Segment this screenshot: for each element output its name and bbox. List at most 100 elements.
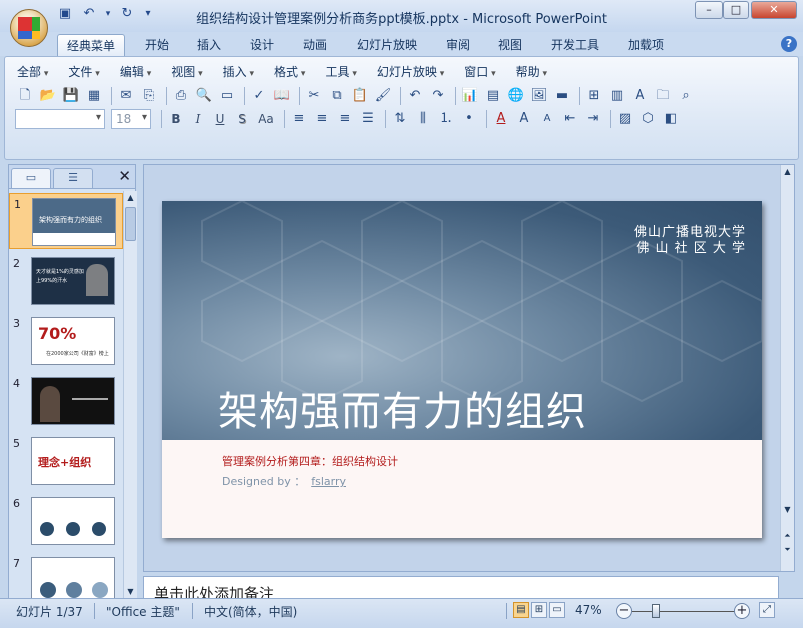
current-slide[interactable]: 佛山广播电视大学 佛 山 社 区 大 学 架构强而有力的组织 管理案例分析第四章… [162,201,762,538]
thumbnail-scrollbar[interactable]: ▲ ▼ [123,191,137,599]
slideshow-view-icon[interactable]: ▭ [549,602,565,618]
tab-design[interactable]: 设计 [241,34,283,56]
redo-icon[interactable]: ↷ [428,86,448,106]
tab-insert[interactable]: 插入 [188,34,230,56]
decrease-indent-icon[interactable]: ⇤ [560,109,580,129]
menu-all[interactable]: 全部 [17,63,48,80]
minimize-button[interactable]: – [695,1,723,19]
layout-icon[interactable]: ▥ [607,86,627,106]
slide-subtitle[interactable]: 管理案例分析第四章：组织结构设计 [222,453,398,469]
slide-thumbnail[interactable] [31,557,115,599]
tab-classic-menu[interactable]: 经典菜单 [57,34,125,56]
previous-slide-icon[interactable]: ⏶ [782,531,793,541]
outline-tab-icon[interactable]: ☰ [53,168,93,188]
save-as-pdf-icon[interactable]: ▦ [84,86,104,106]
arrange-icon[interactable]: ◧ [661,109,681,129]
save-icon[interactable]: 💾 [61,86,81,106]
menu-edit[interactable]: 编辑 [120,63,151,80]
fit-to-window-icon[interactable]: ⤢ [759,602,775,618]
tab-home[interactable]: 开始 [136,34,178,56]
frame-icon[interactable]: ▭ [217,86,237,106]
attach-icon[interactable]: ⎘ [139,86,159,106]
menu-view[interactable]: 视图 [171,63,202,80]
paste-icon[interactable]: 📋 [350,86,370,106]
cut-icon[interactable]: ✂ [304,86,324,106]
open-folder-icon[interactable]: 📂 [38,86,58,106]
italic-button[interactable]: I [188,109,208,129]
find-icon[interactable]: ⌕ [676,86,696,106]
notes-pane[interactable]: 单击此处添加备注 [143,576,779,600]
zoom-slider-thumb[interactable] [652,604,660,618]
maximize-button[interactable]: □ [723,1,749,19]
thumbnail-row[interactable]: 3 70% 在2000家公司《财富》榜上 [9,313,123,369]
spelling-icon[interactable]: ✓ [249,86,269,106]
scroll-up-icon[interactable]: ▲ [125,193,136,203]
new-document-icon[interactable]: 🗋 [15,86,35,106]
chart-icon[interactable]: 📊 [460,86,480,106]
tab-slideshow[interactable]: 幻灯片放映 [350,34,424,56]
align-right-icon[interactable]: ≡ [335,109,355,129]
new-slide-icon[interactable]: ⊞ [584,86,604,106]
designed-by-line[interactable]: Designed by ： fslarry [222,473,346,489]
font-size-combo[interactable]: 18 [111,109,151,129]
print-icon[interactable]: ⎙ [171,86,191,106]
menu-window[interactable]: 窗口 [464,63,495,80]
research-icon[interactable]: 📖 [272,86,292,106]
help-icon[interactable]: ? [781,36,797,52]
menu-file[interactable]: 文件 [68,63,99,80]
increase-indent-icon[interactable]: ⇥ [583,109,603,129]
menu-slideshow[interactable]: 幻灯片放映 [377,63,444,80]
align-center-icon[interactable]: ≡ [312,109,332,129]
text-box-icon[interactable]: A [630,86,650,106]
slide-thumbnail[interactable]: 理念+组织 [31,437,115,485]
slide-thumbnail[interactable]: 天才就是1%的灵感加上99%的汗水 [31,257,115,305]
font-color-icon[interactable]: A [491,109,511,129]
menu-format[interactable]: 格式 [274,63,305,80]
picture-icon[interactable]: 🖼 [529,86,549,106]
shadow-button[interactable]: S [232,109,252,129]
numbering-icon[interactable]: ⒈ [436,109,456,129]
menu-help[interactable]: 帮助 [516,63,547,80]
undo-icon[interactable]: ↶ [405,86,425,106]
office-button[interactable] [10,9,48,47]
normal-view-icon[interactable]: ▤ [513,602,529,618]
tab-addins[interactable]: 加载项 [618,34,674,56]
justify-icon[interactable]: ☰ [358,109,378,129]
scroll-down-icon[interactable]: ▼ [782,505,793,514]
folder-icon[interactable]: 🗀 [653,86,673,106]
copy-icon[interactable]: ⧉ [327,86,347,106]
thumbnail-row[interactable]: 2 天才就是1%的灵感加上99%的汗水 [9,253,123,309]
zoom-in-icon[interactable]: + [734,603,750,619]
tab-animations[interactable]: 动画 [294,34,336,56]
slide-thumbnail[interactable]: 架构强而有力的组织 [32,198,116,246]
permission-icon[interactable]: ✉ [116,86,136,106]
menu-insert[interactable]: 插入 [223,63,254,80]
scroll-up-icon[interactable]: ▲ [782,167,793,176]
tab-view[interactable]: 视图 [489,34,531,56]
shapes-icon[interactable]: ⬡ [638,109,658,129]
bold-button[interactable]: B [166,109,186,129]
close-button[interactable]: ✕ [751,1,797,19]
tab-review[interactable]: 审阅 [437,34,479,56]
slide-scrollbar[interactable]: ▲ ▼ ⏶ ⏷ [780,165,794,571]
text-direction-icon[interactable]: ⇅ [390,109,410,129]
slide-thumbnail[interactable] [31,377,115,425]
zoom-out-icon[interactable]: − [616,603,632,619]
thumbnail-row[interactable]: 6 [9,493,123,549]
align-left-icon[interactable]: ≡ [289,109,309,129]
change-case-button[interactable]: Aa [254,109,278,129]
thumbnail-row[interactable]: 4 [9,373,123,429]
zoom-level[interactable]: 47% [575,603,602,617]
hyperlink-icon[interactable]: 🌐 [506,86,526,106]
close-panel-icon[interactable]: ✕ [118,168,131,184]
language-indicator[interactable]: 中文(简体，中国) [204,603,297,620]
tab-developer[interactable]: 开发工具 [544,34,606,56]
slides-tab-icon[interactable]: ▭ [11,168,51,188]
format-painter-icon[interactable]: 🖌 [373,86,393,106]
print-preview-icon[interactable]: 🔍 [194,86,214,106]
table-icon[interactable]: ▤ [483,86,503,106]
underline-button[interactable]: U [210,109,230,129]
scrollbar-thumb[interactable] [125,207,136,241]
increase-font-icon[interactable]: A [514,109,534,129]
thumbnail-row[interactable]: 1 架构强而有力的组织 [9,193,123,249]
